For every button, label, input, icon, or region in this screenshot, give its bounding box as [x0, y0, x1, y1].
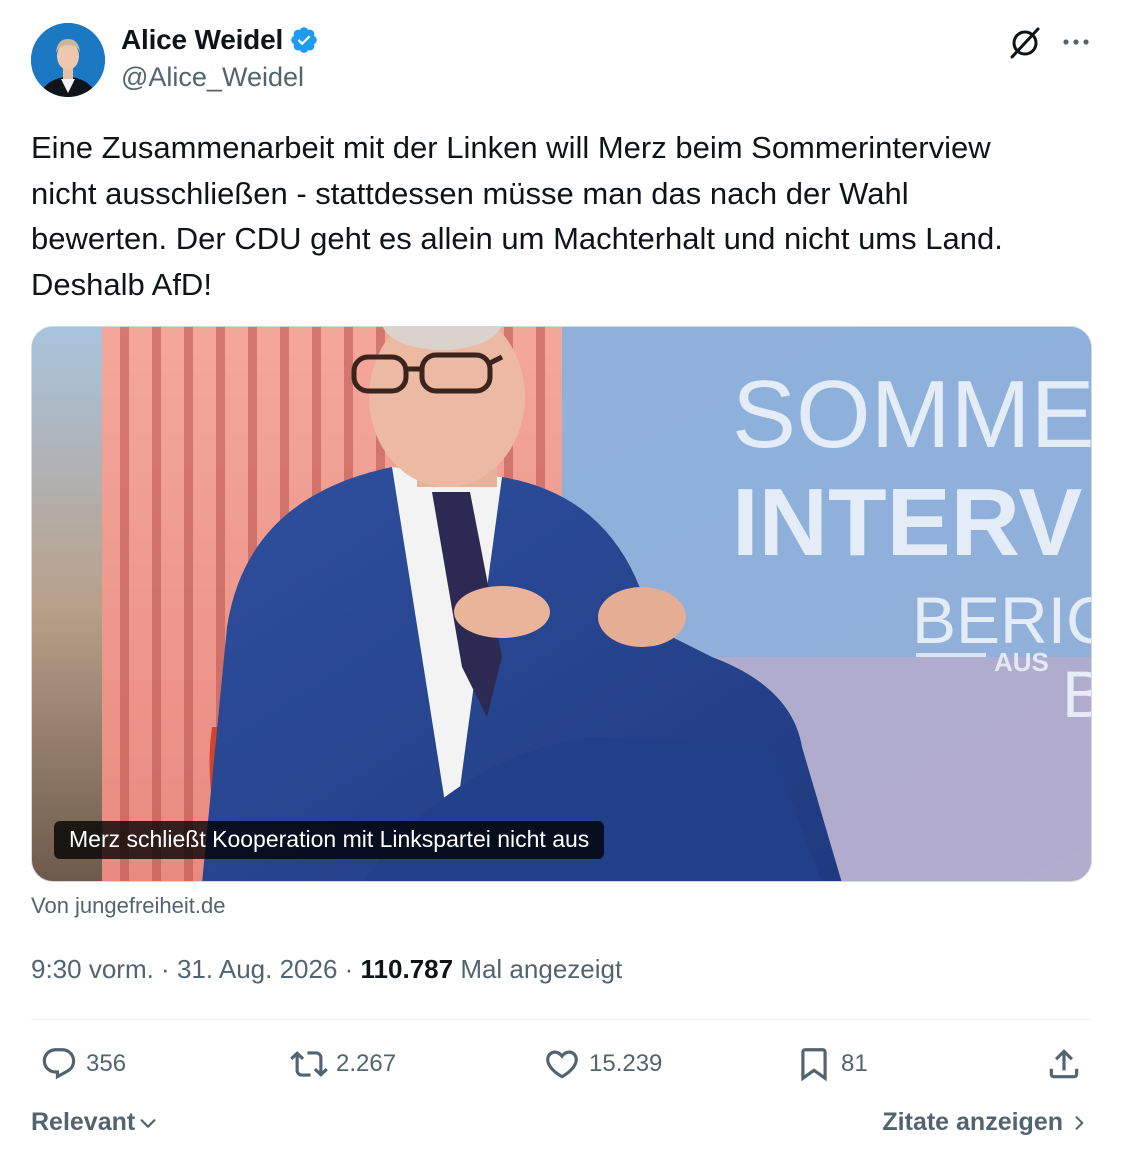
backdrop-text: BERIC [912, 583, 1092, 657]
backdrop-text: INTERV [732, 469, 1082, 576]
reply-count: 356 [86, 1050, 127, 1077]
avatar[interactable] [31, 23, 105, 97]
chevron-right-icon [1075, 1115, 1084, 1130]
like-count: 15.239 [589, 1050, 663, 1077]
link-card-media[interactable]: SOMME INTERV BERIC AUS B Merz schließt K… [31, 326, 1092, 882]
author-display-name[interactable]: Alice Weidel [121, 24, 319, 56]
bookmark-icon [801, 1048, 827, 1082]
backdrop-text: SOMME [732, 361, 1092, 468]
view-quotes-link[interactable]: Zitate anzeigen [882, 1108, 1089, 1137]
quotes-label: Zitate anzeigen [882, 1108, 1063, 1136]
link-source[interactable]: Von jungefreiheit.de [31, 893, 226, 919]
media-caption: Merz schließt Kooperation mit Linksparte… [54, 821, 605, 859]
tweet-text-line: Deshalb AfD! [31, 266, 212, 302]
tweet-text-line: Eine Zusammenarbeit mit der Linken will … [31, 130, 991, 165]
chevron-down-icon [140, 1118, 156, 1128]
share-icon [1049, 1049, 1079, 1079]
grok-icon[interactable] [1007, 25, 1043, 61]
avatar-image [31, 23, 105, 97]
views-count: 110.787 [360, 954, 454, 984]
meta-separator: · [337, 954, 361, 984]
tweet-time[interactable]: 9:30 vorm. [31, 954, 154, 984]
repost-button[interactable]: 2.267 [290, 1044, 396, 1084]
author-name-text: Alice Weidel [121, 24, 284, 55]
tweet-text: Eine Zusammenarbeit mit der Linken will … [31, 125, 1091, 307]
share-button[interactable] [1045, 1044, 1083, 1084]
author-handle[interactable]: @Alice_Weidel [121, 62, 304, 93]
repost-count: 2.267 [336, 1050, 397, 1077]
backdrop-text: AUS [994, 647, 1049, 677]
more-options-icon[interactable] [1058, 28, 1094, 56]
divider [31, 1019, 1092, 1020]
sort-label: Relevant [31, 1108, 136, 1136]
meta-separator: · [153, 954, 177, 984]
verified-badge-icon [289, 25, 319, 55]
bookmark-count: 81 [841, 1050, 868, 1077]
views-label: Mal angezeigt [453, 954, 623, 984]
heart-icon [546, 1050, 578, 1079]
bookmark-button[interactable]: 81 [795, 1044, 868, 1084]
tweet-meta: 9:30 vorm. · 31. Aug. 2026 · 110.787 Mal… [31, 954, 622, 985]
like-button[interactable]: 15.239 [543, 1044, 662, 1084]
tweet-text-line: nicht ausschließen - stattdessen müsse m… [31, 175, 909, 211]
tweet-text-line: bewerten. Der CDU geht es allein um Mach… [31, 221, 1003, 256]
sort-dropdown[interactable]: Relevant [31, 1108, 159, 1137]
repost-icon [290, 1051, 328, 1077]
media-image: SOMME INTERV BERIC AUS B [32, 327, 1092, 881]
reply-icon [42, 1048, 76, 1080]
tweet-date[interactable]: 31. Aug. 2026 [177, 954, 337, 984]
reply-button[interactable]: 356 [40, 1044, 126, 1084]
backdrop-text: B [1062, 657, 1092, 731]
